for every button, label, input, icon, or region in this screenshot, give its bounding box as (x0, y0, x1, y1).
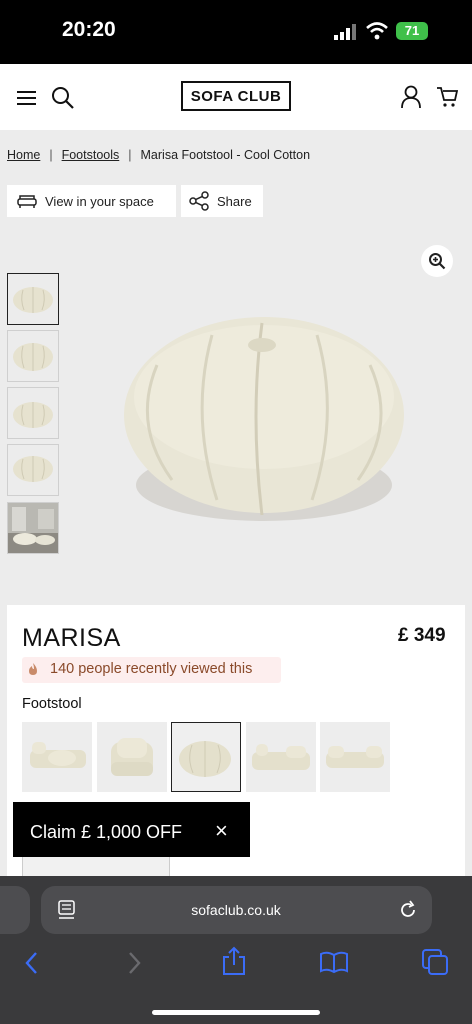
back-icon[interactable] (22, 950, 42, 976)
cellular-signal-icon (334, 24, 356, 40)
close-icon[interactable]: × (215, 818, 228, 844)
menu-icon[interactable] (17, 90, 37, 106)
battery-indicator: 71 (396, 22, 428, 40)
variant-option-1[interactable] (22, 722, 92, 792)
sofa-variant-image (252, 744, 310, 770)
wifi-icon (366, 22, 388, 40)
home-indicator[interactable] (152, 1010, 320, 1015)
sofa-variant-image (30, 742, 86, 768)
breadcrumb-separator: | (128, 148, 132, 162)
reload-icon[interactable] (398, 900, 418, 920)
armchair-variant-image (111, 738, 153, 776)
cart-icon[interactable] (436, 86, 458, 108)
breadcrumb-separator: | (49, 148, 53, 162)
flame-icon (29, 663, 37, 675)
product-image-marisa-footstool (124, 317, 404, 521)
variant-option-4[interactable] (246, 722, 316, 792)
variant-option-5[interactable] (320, 722, 390, 792)
footstool-thumbnail-image (13, 456, 53, 482)
footstool-thumbnail-image (13, 287, 53, 313)
gallery-thumbnail-4[interactable] (7, 444, 59, 496)
claim-offer-text[interactable]: Claim £ 1,000 OFF (30, 822, 182, 843)
tabs-icon[interactable] (421, 948, 449, 976)
status-time: 20:20 (62, 18, 116, 41)
gallery-thumbnail-1[interactable] (7, 273, 59, 325)
search-icon[interactable] (51, 86, 75, 110)
share-sheet-icon[interactable] (221, 946, 247, 976)
sofa-variant-image (326, 746, 384, 768)
room-scene-thumbnail-image (8, 503, 58, 553)
share-icon (189, 191, 209, 211)
share-label: Share (217, 193, 252, 209)
account-icon[interactable] (400, 85, 422, 109)
breadcrumb-home[interactable]: Home (7, 148, 40, 162)
bookmarks-icon[interactable] (319, 950, 349, 974)
view-in-your-space-label: View in your space (45, 193, 154, 209)
footstool-variant-image (179, 741, 231, 777)
gallery-thumbnail-2[interactable] (7, 330, 59, 382)
footstool-thumbnail-image (13, 343, 53, 371)
product-name: MARISA (22, 624, 121, 652)
variant-option-2[interactable] (97, 722, 167, 792)
breadcrumb: Home | Footstools | Marisa Footstool - Cool … (7, 148, 310, 162)
gallery-thumbnail-3[interactable] (7, 387, 59, 439)
recently-viewed-text: 140 people recently viewed this (50, 661, 253, 677)
forward-icon[interactable] (124, 950, 144, 976)
sofa-club-logo[interactable]: SOFA CLUB (181, 81, 291, 111)
breadcrumb-footstools[interactable]: Footstools (62, 148, 120, 162)
sofa-icon (17, 195, 37, 208)
gallery-thumbnail-5[interactable] (7, 502, 59, 554)
footstool-thumbnail-image (13, 402, 53, 428)
breadcrumb-current: Marisa Footstool - Cool Cotton (140, 148, 311, 162)
variant-option-footstool[interactable] (171, 722, 241, 792)
variant-label: Footstool (22, 696, 82, 712)
zoom-in-icon (429, 253, 446, 270)
product-price: £ 349 (398, 625, 446, 646)
